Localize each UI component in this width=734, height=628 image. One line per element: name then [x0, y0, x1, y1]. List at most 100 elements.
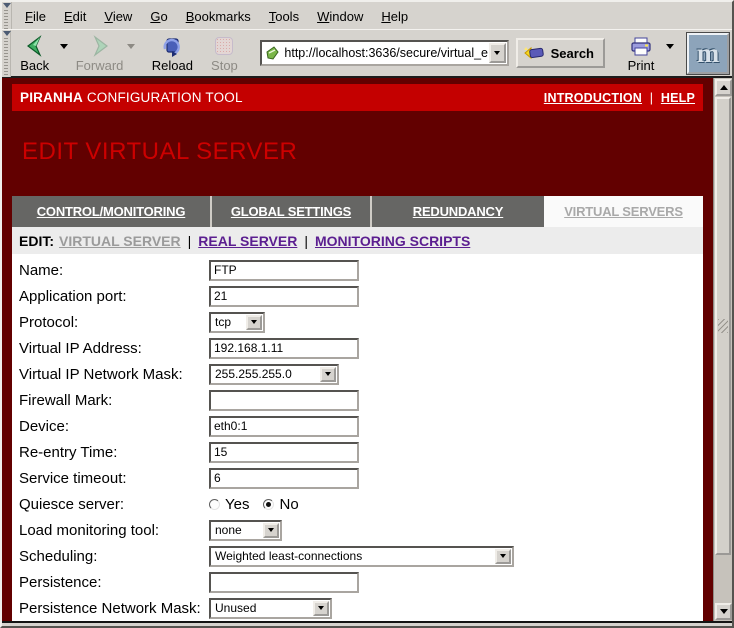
load-monitoring-tool-selected-value: none: [211, 523, 262, 537]
virtual-ip-network-mask-select[interactable]: 255.255.255.0: [209, 364, 339, 385]
piranha-header-bar: PIRANHA CONFIGURATION TOOL INTRODUCTION …: [12, 84, 703, 111]
tab-virtual-servers[interactable]: VIRTUAL SERVERS: [544, 196, 703, 227]
tab-control-monitoring[interactable]: CONTROL/MONITORING: [12, 196, 212, 227]
dropdown-arrow-icon[interactable]: [495, 549, 511, 564]
form-row-virtual-ip-address: Virtual IP Address:: [12, 335, 703, 361]
menu-file[interactable]: File: [16, 5, 55, 27]
dropdown-arrow-icon[interactable]: [263, 523, 279, 538]
piranha-brand: PIRANHA CONFIGURATION TOOL: [20, 90, 243, 105]
scroll-down-button[interactable]: [715, 603, 732, 620]
form-row-scheduling: Scheduling:Weighted least-connections: [12, 543, 703, 569]
stop-label: Stop: [211, 58, 238, 73]
back-icon: [23, 34, 47, 58]
back-dropdown-arrow[interactable]: [60, 44, 68, 53]
form-row-name: Name:: [12, 257, 703, 283]
quiesce-server-yes-radio[interactable]: Yes: [209, 496, 249, 513]
form-row-virtual-ip-network-mask: Virtual IP Network Mask:255.255.255.0: [12, 361, 703, 387]
reload-icon: [160, 34, 184, 58]
scrollbar-thumb[interactable]: [715, 97, 731, 555]
re-entry-time-input[interactable]: [209, 442, 359, 463]
form-row-load-monitoring-tool: Load monitoring tool:none: [12, 517, 703, 543]
print-dropdown-arrow[interactable]: [666, 44, 674, 53]
tab-global-settings[interactable]: GLOBAL SETTINGS: [212, 196, 372, 227]
firewall-mark-label: Firewall Mark:: [12, 392, 209, 409]
url-bar[interactable]: [260, 40, 508, 66]
reload-label: Reload: [152, 58, 193, 73]
service-timeout-input[interactable]: [209, 468, 359, 489]
form-row-device: Device:: [12, 413, 703, 439]
re-entry-time-label: Re-entry Time:: [12, 444, 209, 461]
menu-go[interactable]: Go: [141, 5, 176, 27]
quiesce-server-label: Quiesce server:: [12, 496, 209, 513]
quiesce-server-no-radio[interactable]: No: [263, 496, 298, 513]
load-monitoring-tool-select[interactable]: none: [209, 520, 282, 541]
help-link[interactable]: HELP: [661, 91, 695, 105]
form-row-firewall-mark: Firewall Mark:: [12, 387, 703, 413]
subnav-monitoring-scripts[interactable]: MONITORING SCRIPTS: [315, 233, 470, 249]
piranha-page: PIRANHA CONFIGURATION TOOL INTRODUCTION …: [12, 78, 703, 621]
menu-bookmarks[interactable]: Bookmarks: [177, 5, 260, 27]
page-proxy-icon[interactable]: [265, 46, 280, 61]
dropdown-arrow-icon[interactable]: [320, 367, 336, 382]
menu-edit[interactable]: Edit: [55, 5, 95, 27]
firewall-mark-input[interactable]: [209, 390, 359, 411]
header-links: INTRODUCTION | HELP: [544, 91, 695, 105]
page-viewport: PIRANHA CONFIGURATION TOOL INTRODUCTION …: [2, 78, 732, 621]
form-row-persistence: Persistence:: [12, 569, 703, 595]
print-label: Print: [628, 58, 655, 73]
scroll-up-button[interactable]: [715, 79, 732, 96]
reload-button[interactable]: Reload: [148, 31, 196, 75]
forward-icon: [88, 34, 112, 58]
menu-tools[interactable]: Tools: [260, 5, 308, 27]
introduction-link[interactable]: INTRODUCTION: [544, 91, 642, 105]
virtual-ip-address-input[interactable]: [209, 338, 359, 359]
name-input[interactable]: [209, 260, 359, 281]
dropdown-arrow-icon[interactable]: [313, 601, 329, 616]
form-row-application-port: Application port:: [12, 283, 703, 309]
persistence-network-mask-select[interactable]: Unused: [209, 598, 332, 619]
window-bottom-border: [2, 621, 732, 628]
scrollbar-grip-icon: [718, 319, 728, 333]
url-input[interactable]: [280, 46, 488, 60]
menu-window[interactable]: Window: [308, 5, 372, 27]
menu-help[interactable]: Help: [372, 5, 417, 27]
forward-dropdown-arrow[interactable]: [127, 44, 135, 53]
application-port-input[interactable]: [209, 286, 359, 307]
vertical-scrollbar: [713, 78, 732, 621]
edit-subnav: EDIT: VIRTUAL SERVER | REAL SERVER | MON…: [12, 227, 703, 254]
search-button[interactable]: Search: [516, 38, 605, 68]
search-icon: [524, 45, 546, 61]
menubar-grippy[interactable]: [2, 2, 12, 29]
scheduling-select[interactable]: Weighted least-connections: [209, 546, 514, 567]
form-row-protocol: Protocol:tcp: [12, 309, 703, 335]
form-row-re-entry-time: Re-entry Time:: [12, 439, 703, 465]
persistence-input[interactable]: [209, 572, 359, 593]
subnav-separator: |: [188, 233, 192, 249]
form-row-service-timeout: Service timeout:: [12, 465, 703, 491]
subnav-virtual-server[interactable]: VIRTUAL SERVER: [59, 233, 181, 249]
menu-items: File Edit View Go Bookmarks Tools Window…: [12, 2, 417, 29]
device-input[interactable]: [209, 416, 359, 437]
mozilla-logo[interactable]: m: [687, 33, 729, 74]
radio-label: Yes: [225, 496, 249, 513]
forward-button[interactable]: Forward: [73, 31, 127, 75]
device-label: Device:: [12, 418, 209, 435]
protocol-select[interactable]: tcp: [209, 312, 265, 333]
subnav-real-server[interactable]: REAL SERVER: [198, 233, 297, 249]
form-row-quiesce-server: Quiesce server: Yes No: [12, 491, 703, 517]
forward-label: Forward: [76, 58, 124, 73]
dropdown-arrow-icon[interactable]: [246, 315, 262, 330]
toolbar-grippy[interactable]: [2, 30, 11, 77]
tab-redundancy[interactable]: REDUNDANCY: [372, 196, 544, 227]
print-icon: [629, 34, 653, 58]
print-button[interactable]: Print: [617, 31, 665, 75]
menu-view[interactable]: View: [95, 5, 141, 27]
url-dropdown-button[interactable]: [489, 43, 506, 63]
main-tabs: CONTROL/MONITORING GLOBAL SETTINGS REDUN…: [12, 196, 703, 227]
stop-button[interactable]: Stop: [200, 31, 248, 75]
subnav-prefix: EDIT:: [19, 233, 54, 249]
name-label: Name:: [12, 262, 209, 279]
service-timeout-label: Service timeout:: [12, 470, 209, 487]
persistence-label: Persistence:: [12, 574, 209, 591]
back-button[interactable]: Back: [11, 31, 59, 75]
